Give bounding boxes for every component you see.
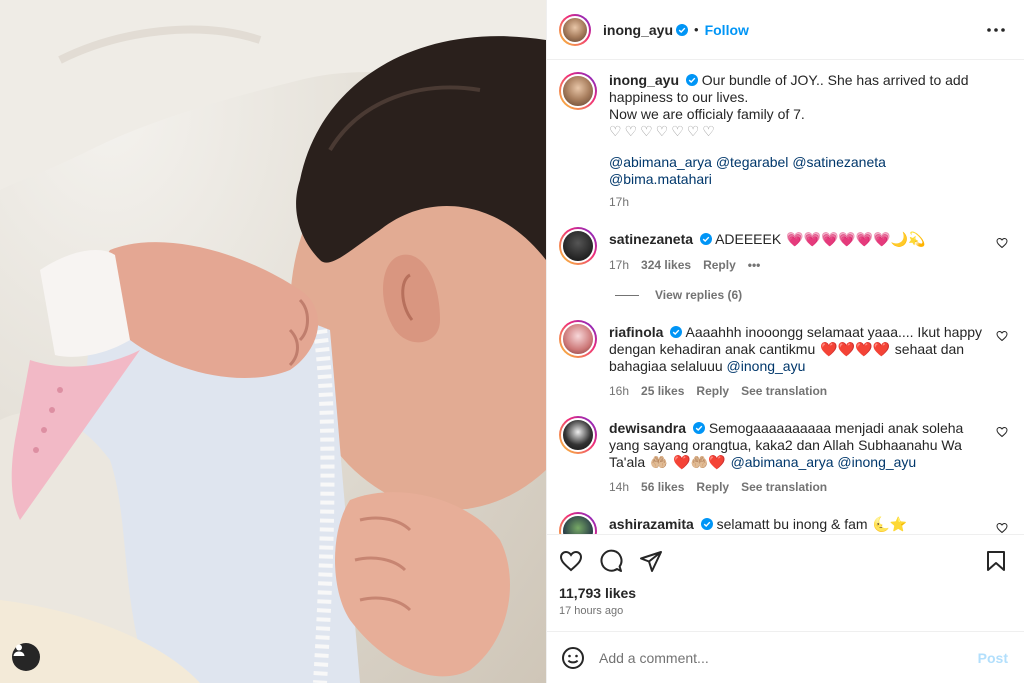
comment-item: dewisandra Semogaaaaaaaaaa menjadi anak … <box>559 416 1008 496</box>
comment-time[interactable]: 14h <box>609 479 629 496</box>
comment-emoji: 🤲🏼 <box>650 454 668 470</box>
smile-icon[interactable] <box>561 646 585 670</box>
likes-count[interactable]: 11,793 likes <box>559 585 1008 601</box>
see-translation-button[interactable]: See translation <box>741 479 827 496</box>
comment-mention[interactable]: @abimana_arya <box>731 454 834 470</box>
comment-mention[interactable]: @inong_ayu <box>727 358 806 374</box>
more-horizontal-icon[interactable] <box>984 18 1008 42</box>
comment-icon[interactable] <box>599 549 623 573</box>
user-tag-icon[interactable] <box>12 643 40 671</box>
caption-mention[interactable]: @abimana_arya <box>609 154 712 170</box>
comment-likes[interactable]: 324 likes <box>641 257 691 274</box>
reply-button[interactable]: Reply <box>696 479 729 496</box>
comments-list[interactable]: inong_ayu Our bundle of JOY.. She has ar… <box>547 60 1024 534</box>
author-avatar[interactable] <box>559 13 591 46</box>
author-username[interactable]: inong_ayu <box>603 22 673 38</box>
comment-item: satinezaneta ADEEEEK 💗💗💗💗💗💗🌙💫 17h 324 li… <box>559 227 1008 274</box>
comment-text: selamatt bu inong & fam <box>716 516 868 532</box>
commenter-username[interactable]: satinezaneta <box>609 231 693 247</box>
comment-input[interactable] <box>599 649 978 666</box>
reply-button[interactable]: Reply <box>696 383 729 400</box>
comment-options-icon[interactable]: ••• <box>748 257 761 274</box>
post-comment-button[interactable]: Post <box>978 650 1008 666</box>
share-icon[interactable] <box>639 549 663 573</box>
verified-badge-icon <box>692 422 705 434</box>
reply-button[interactable]: Reply <box>703 257 736 274</box>
verified-badge-icon <box>700 518 713 530</box>
bookmark-icon[interactable] <box>984 549 1008 573</box>
caption-mention[interactable]: @satinezaneta <box>792 154 886 170</box>
separator: • <box>694 22 699 37</box>
comment-emoji: ❤️❤️❤️❤️ <box>820 341 890 357</box>
comment-likes[interactable]: 56 likes <box>641 479 684 496</box>
comment-time[interactable]: 16h <box>609 383 629 400</box>
caption-time[interactable]: 17h <box>609 194 629 211</box>
see-translation-button[interactable]: See translation <box>741 383 827 400</box>
post-side-panel: inong_ayu • Follow inong_ayu Our bundle … <box>546 0 1024 683</box>
commenter-username[interactable]: riafinola <box>609 324 663 340</box>
heart-icon[interactable] <box>996 237 1008 249</box>
view-replies-button[interactable]: View replies (6) <box>615 288 1008 302</box>
follow-button[interactable]: Follow <box>705 22 749 38</box>
comment-likes[interactable]: 25 likes <box>641 383 684 400</box>
divider <box>615 294 639 296</box>
heart-icon[interactable] <box>996 426 1008 438</box>
verified-badge-icon <box>685 74 698 86</box>
caption-mention[interactable]: @tegarabel <box>716 154 789 170</box>
heart-icon[interactable] <box>559 549 583 573</box>
commenter-avatar[interactable] <box>559 320 597 358</box>
commenter-username[interactable]: dewisandra <box>609 420 686 436</box>
caption-mention[interactable]: @bima.matahari <box>609 171 712 187</box>
post-header: inong_ayu • Follow <box>547 0 1024 60</box>
caption-hearts: ♡♡♡♡♡♡♡ <box>609 123 718 139</box>
commenter-avatar[interactable] <box>559 227 597 265</box>
verified-badge-icon <box>670 326 683 338</box>
comment-time[interactable]: 17h <box>609 257 629 274</box>
post-actions: 11,793 likes 17 hours ago <box>547 534 1024 617</box>
commenter-avatar[interactable] <box>559 416 597 454</box>
comment-composer: Post <box>547 631 1024 683</box>
comment-emoji: 🌜⭐ <box>872 516 908 532</box>
comment-item: riafinola Aaaahhh inooongg selamaat yaaa… <box>559 320 1008 400</box>
heart-icon[interactable] <box>996 330 1008 342</box>
commenter-avatar[interactable] <box>559 512 597 534</box>
view-replies-label[interactable]: View replies (6) <box>655 288 742 302</box>
caption-text-line2: Now we are officialy family of 7. <box>609 106 805 122</box>
commenter-username[interactable]: ashirazamita <box>609 516 694 532</box>
newborn-photo-illustration <box>0 0 546 683</box>
post-timestamp[interactable]: 17 hours ago <box>559 605 1008 617</box>
caption: inong_ayu Our bundle of JOY.. She has ar… <box>559 72 1008 211</box>
comment-emoji: ❤️🤲🏼❤️ <box>673 454 726 470</box>
heart-icon[interactable] <box>996 522 1008 534</box>
verified-badge-icon <box>676 23 689 36</box>
post-dialog: inong_ayu • Follow inong_ayu Our bundle … <box>0 0 1024 683</box>
caption-username[interactable]: inong_ayu <box>609 72 679 88</box>
comment-item: ashirazamita selamatt bu inong & fam 🌜⭐ <box>559 512 1008 534</box>
caption-avatar[interactable] <box>559 72 597 110</box>
post-photo[interactable] <box>0 0 546 683</box>
comment-text: ADEEEEK <box>715 231 782 247</box>
comment-emoji: 💗💗💗💗💗💗🌙💫 <box>786 231 926 247</box>
comment-mention[interactable]: @inong_ayu <box>837 454 916 470</box>
verified-badge-icon <box>699 233 712 245</box>
